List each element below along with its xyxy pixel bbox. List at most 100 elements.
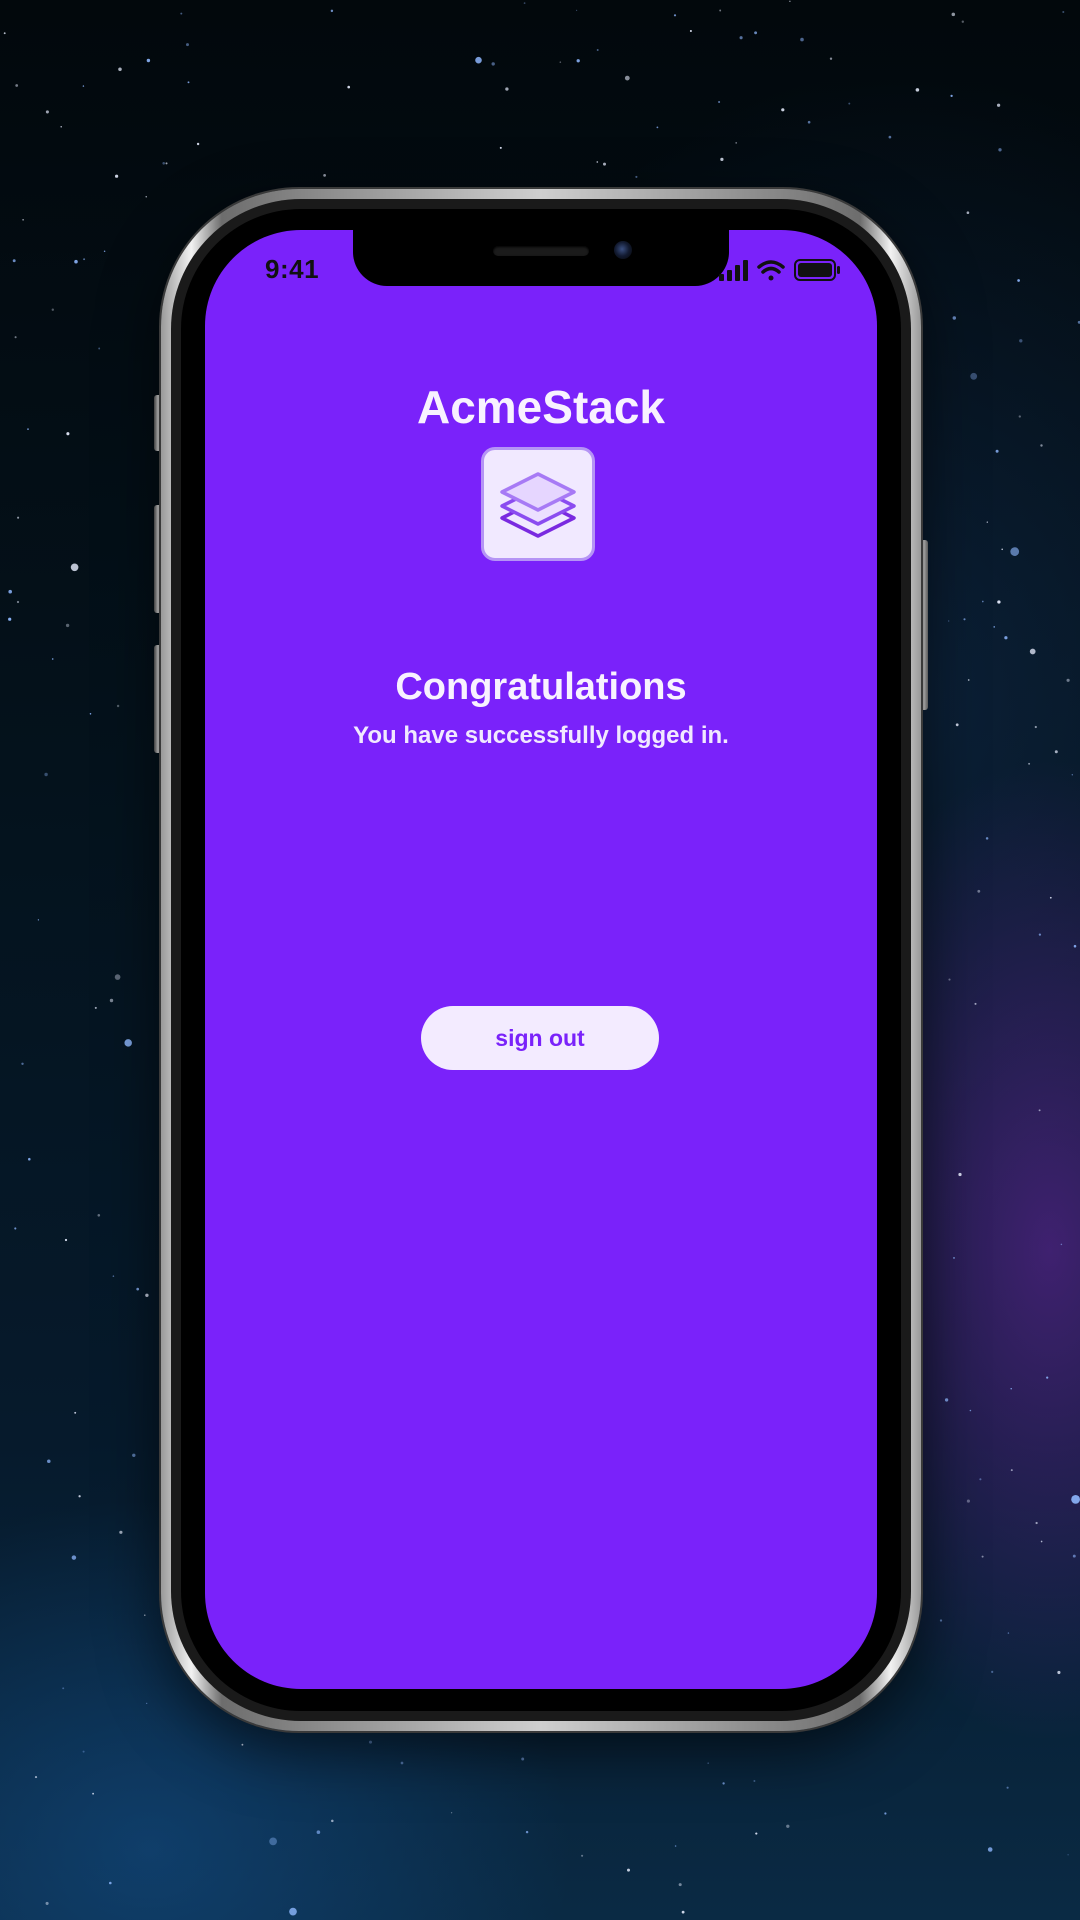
sign-out-button[interactable]: sign out <box>421 1006 659 1070</box>
speaker-grille <box>493 246 589 256</box>
star <box>1054 750 1058 754</box>
star <box>146 58 151 63</box>
star <box>951 12 956 17</box>
star <box>505 87 509 91</box>
star <box>103 250 106 253</box>
star <box>165 162 168 165</box>
star <box>974 1002 977 1005</box>
star <box>981 600 984 603</box>
star <box>674 1845 677 1847</box>
star <box>559 61 562 63</box>
star <box>958 1172 962 1177</box>
star <box>953 1256 955 1259</box>
star <box>1072 1554 1076 1558</box>
star <box>17 516 20 519</box>
star <box>146 1702 148 1705</box>
star <box>967 679 970 681</box>
star <box>981 1555 984 1558</box>
login-success-message: You have successfully logged in. <box>353 722 729 749</box>
star <box>739 36 743 40</box>
star <box>51 658 54 660</box>
star <box>1018 415 1021 418</box>
star <box>330 9 334 13</box>
star <box>347 85 351 89</box>
star <box>368 1740 373 1744</box>
star <box>781 108 785 112</box>
star <box>656 126 659 129</box>
wifi-icon <box>757 260 785 281</box>
battery-icon <box>794 259 840 281</box>
star <box>786 1824 790 1828</box>
star <box>44 772 48 777</box>
star <box>673 14 677 17</box>
star <box>45 110 49 114</box>
star <box>997 600 1001 604</box>
star <box>998 148 1002 152</box>
star <box>65 623 70 628</box>
star <box>94 1006 97 1009</box>
star <box>331 1819 334 1823</box>
star <box>145 196 147 198</box>
star <box>596 49 599 51</box>
star <box>47 1459 51 1463</box>
star <box>735 142 738 144</box>
congratulations-heading: Congratulations <box>395 666 687 708</box>
star <box>109 1881 112 1885</box>
star <box>187 81 190 84</box>
star <box>180 12 183 15</box>
star <box>60 126 62 128</box>
star <box>996 103 1001 107</box>
star <box>34 1776 38 1779</box>
star <box>596 161 599 163</box>
star <box>1040 444 1043 447</box>
power-button <box>920 540 928 710</box>
star <box>952 316 957 320</box>
star <box>1071 1495 1080 1504</box>
star <box>1007 1632 1010 1634</box>
star <box>145 1293 149 1298</box>
star <box>1067 1854 1069 1856</box>
star <box>722 1782 725 1785</box>
star <box>475 56 482 64</box>
star <box>316 1830 321 1834</box>
star <box>1019 339 1023 343</box>
star <box>1029 648 1036 655</box>
star <box>1034 725 1037 729</box>
notch <box>353 230 729 286</box>
star <box>950 94 953 98</box>
star <box>186 43 189 47</box>
phone-screen: 9:41 AcmeStack Congratulations You have … <box>205 230 877 1689</box>
star <box>109 998 114 1003</box>
star <box>8 589 12 594</box>
star <box>915 88 920 92</box>
star <box>1038 1109 1041 1112</box>
star <box>944 1398 949 1402</box>
star <box>124 1039 132 1047</box>
star <box>689 29 692 33</box>
star <box>995 449 999 453</box>
star <box>681 1910 685 1914</box>
star <box>28 1157 31 1161</box>
star <box>499 146 502 149</box>
front-camera <box>614 241 632 259</box>
star <box>986 521 988 523</box>
star <box>22 218 24 221</box>
star <box>1010 1469 1013 1472</box>
star <box>848 102 851 105</box>
star <box>1010 1388 1012 1390</box>
star <box>800 37 804 42</box>
star <box>1071 774 1073 776</box>
star <box>1060 1243 1063 1246</box>
star <box>829 57 833 60</box>
star <box>969 1409 972 1412</box>
star <box>64 1238 68 1242</box>
star <box>963 618 966 621</box>
star <box>132 1453 136 1458</box>
star <box>948 620 950 622</box>
star <box>1057 1670 1061 1675</box>
star <box>98 347 101 350</box>
star <box>966 1499 970 1503</box>
star <box>707 1762 709 1764</box>
star <box>27 428 29 431</box>
star <box>789 0 791 2</box>
